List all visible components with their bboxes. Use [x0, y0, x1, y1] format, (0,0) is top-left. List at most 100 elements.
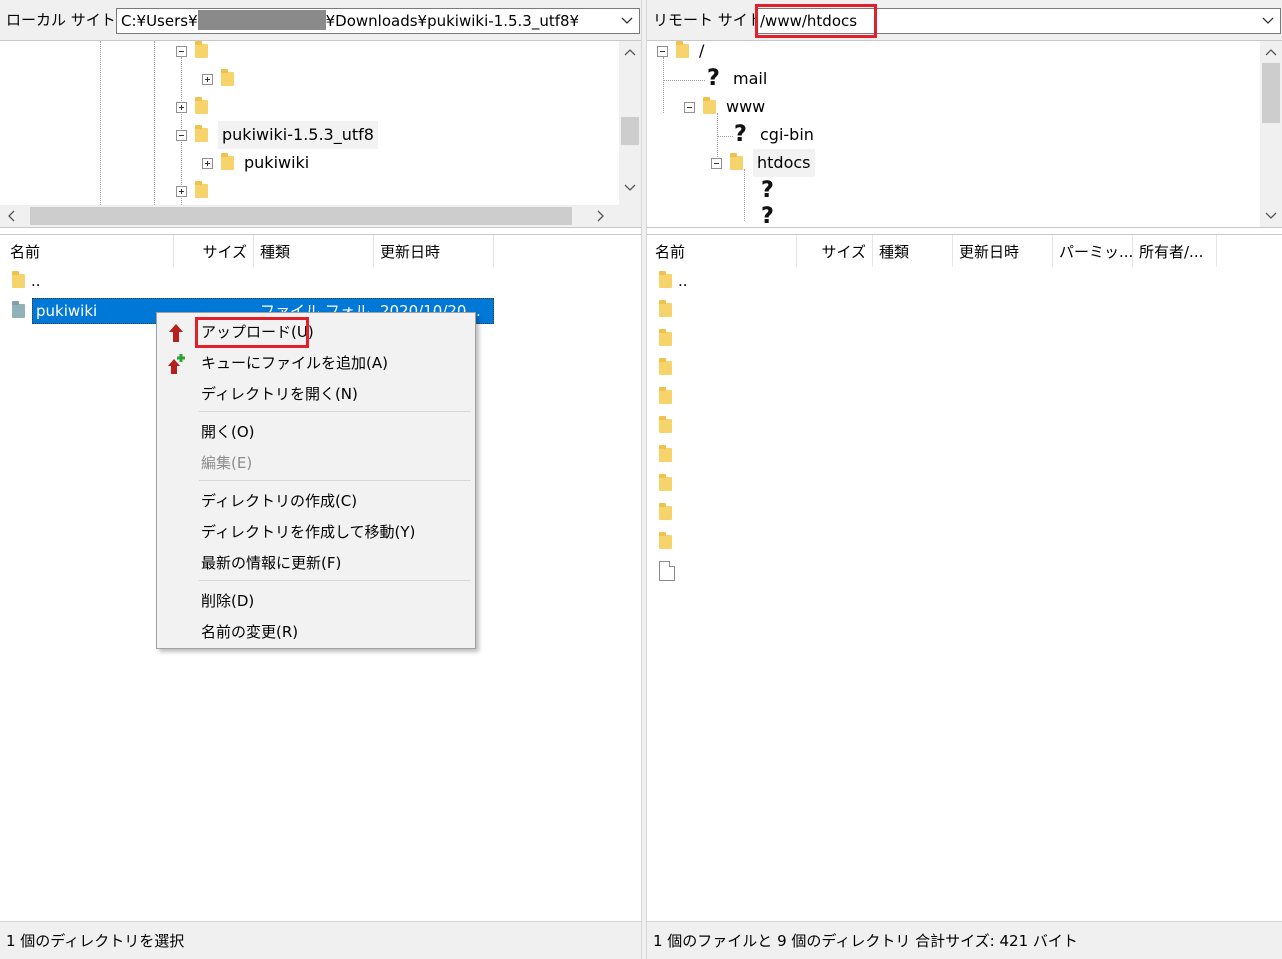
- menu-item-rename[interactable]: 名前の変更(R): [157, 617, 475, 647]
- remote-site-label: リモート サイト:: [653, 11, 768, 29]
- list-item[interactable]: [647, 354, 678, 382]
- tree-item[interactable]: [176, 41, 218, 65]
- folder-icon: [659, 532, 672, 549]
- list-item[interactable]: [647, 441, 678, 469]
- local-path-prefix: C:¥Users¥: [121, 12, 198, 30]
- menu-item-label: キューにファイルを追加(A): [201, 354, 388, 372]
- collapse-icon[interactable]: [684, 101, 695, 113]
- remote-directory-tree[interactable]: / ? mail www ? cgi-bin htdocs ? ?: [647, 40, 1282, 228]
- column-header-size[interactable]: サイズ: [797, 235, 873, 267]
- chevron-down-icon[interactable]: [617, 10, 637, 32]
- list-item[interactable]: [647, 499, 678, 527]
- list-item[interactable]: [647, 412, 678, 440]
- collapse-icon[interactable]: [176, 45, 187, 57]
- tree-item[interactable]: [176, 177, 218, 205]
- scroll-right-icon[interactable]: [590, 205, 612, 227]
- tree-vertical-scrollbar[interactable]: [619, 41, 641, 205]
- local-list-header: 名前 ^ サイズ 種類 更新日時: [0, 235, 641, 267]
- local-status-bar: 1 個のディレクトリを選択: [0, 921, 641, 959]
- local-path-combo[interactable]: C:¥Users¥ ¥Downloads¥pukiwiki-1.5.3_utf8¥: [116, 8, 640, 34]
- scroll-up-icon[interactable]: [619, 41, 641, 63]
- column-header-type[interactable]: 種類: [254, 235, 374, 267]
- list-item[interactable]: [647, 470, 678, 498]
- local-path-suffix: ¥Downloads¥pukiwiki-1.5.3_utf8¥: [325, 12, 580, 30]
- tree-item-pukiwiki-153[interactable]: pukiwiki-1.5.3_utf8: [176, 121, 378, 149]
- list-item-parent[interactable]: ..: [0, 267, 41, 295]
- tree-item-mail[interactable]: ? mail: [707, 65, 767, 93]
- local-site-label: ローカル サイト:: [6, 11, 121, 29]
- column-header-modified[interactable]: 更新日時: [374, 235, 494, 267]
- list-item[interactable]: [647, 325, 678, 353]
- remote-path-highlight: [755, 4, 877, 38]
- remote-site-bar: リモート サイト: /www/htdocs: [647, 0, 1282, 40]
- collapse-icon[interactable]: [176, 129, 187, 141]
- menu-item-label: 削除(D): [201, 592, 255, 610]
- folder-icon: [730, 153, 743, 170]
- tree-item[interactable]: ?: [761, 203, 787, 227]
- collapse-icon[interactable]: [711, 157, 722, 169]
- expand-icon[interactable]: [176, 101, 187, 113]
- collapse-icon[interactable]: [657, 45, 668, 57]
- tree-item[interactable]: ?: [761, 177, 787, 205]
- tree-horizontal-scrollbar[interactable]: [0, 205, 641, 227]
- list-item[interactable]: [647, 528, 678, 556]
- expand-icon[interactable]: [202, 157, 213, 169]
- column-header-size[interactable]: サイズ: [174, 235, 254, 267]
- remote-list-header: 名前 ^ サイズ 種類 更新日時 パーミッ... 所有者/...: [647, 235, 1282, 267]
- chevron-down-icon[interactable]: [1258, 10, 1278, 32]
- tree-item-label: /: [699, 41, 705, 60]
- file-icon: [659, 561, 675, 581]
- scroll-left-icon[interactable]: [0, 205, 22, 227]
- tree-item-pukiwiki[interactable]: pukiwiki: [202, 149, 309, 177]
- tree-item[interactable]: [202, 65, 244, 93]
- remote-tree-vertical-scrollbar[interactable]: [1260, 41, 1282, 227]
- unknown-folder-icon: ?: [761, 179, 779, 203]
- folder-icon: [12, 301, 25, 318]
- menu-item-open[interactable]: 開く(O): [157, 417, 475, 447]
- folder-icon: [195, 97, 208, 114]
- tree-item-label: mail: [733, 69, 768, 88]
- scroll-thumb[interactable]: [30, 207, 572, 225]
- scroll-thumb[interactable]: [621, 117, 639, 145]
- menu-item-create-directory[interactable]: ディレクトリの作成(C): [157, 486, 475, 516]
- menu-item-delete[interactable]: 削除(D): [157, 586, 475, 616]
- folder-icon: [659, 445, 672, 462]
- tree-item-cgi-bin[interactable]: ? cgi-bin: [734, 121, 814, 149]
- folder-icon: [676, 41, 689, 58]
- list-item[interactable]: [647, 296, 678, 324]
- tree-item-label: pukiwiki: [244, 153, 310, 172]
- tree-item-www[interactable]: www: [684, 93, 765, 121]
- tree-item-htdocs[interactable]: htdocs: [711, 149, 815, 177]
- tree-item[interactable]: [176, 93, 218, 121]
- menu-item-create-and-enter[interactable]: ディレクトリを作成して移動(Y): [157, 517, 475, 547]
- menu-item-add-to-queue[interactable]: キューにファイルを追加(A): [157, 348, 475, 378]
- column-header-modified[interactable]: 更新日時: [953, 235, 1053, 267]
- column-header-type[interactable]: 種類: [873, 235, 953, 267]
- folder-icon: [12, 271, 25, 288]
- folder-icon: [659, 271, 672, 288]
- folder-icon: [659, 329, 672, 346]
- column-header-permissions[interactable]: パーミッ...: [1053, 235, 1133, 267]
- scroll-up-icon[interactable]: [1260, 41, 1282, 63]
- list-item-parent[interactable]: ..: [647, 267, 688, 295]
- menu-item-open-directory[interactable]: ディレクトリを開く(N): [157, 379, 475, 409]
- scroll-down-icon[interactable]: [619, 177, 641, 199]
- folder-icon: [659, 474, 672, 491]
- menu-item-label: 開く(O): [201, 423, 255, 441]
- local-path-text[interactable]: C:¥Users¥ ¥Downloads¥pukiwiki-1.5.3_utf8¥: [121, 10, 579, 32]
- tree-item-root[interactable]: /: [657, 41, 705, 65]
- scroll-thumb[interactable]: [1262, 63, 1280, 123]
- folder-icon: [703, 97, 716, 114]
- menu-item-edit: 編集(E): [157, 448, 475, 478]
- expand-icon[interactable]: [202, 73, 213, 85]
- expand-icon[interactable]: [176, 185, 187, 197]
- menu-item-label: 最新の情報に更新(F): [201, 554, 342, 572]
- scroll-down-icon[interactable]: [1260, 205, 1282, 227]
- remote-file-list[interactable]: 名前 ^ サイズ 種類 更新日時 パーミッ... 所有者/... ..: [647, 234, 1282, 921]
- column-header-owner[interactable]: 所有者/...: [1133, 235, 1217, 267]
- folder-icon: [659, 300, 672, 317]
- local-directory-tree[interactable]: pukiwiki-1.5.3_utf8 pukiwiki: [0, 40, 641, 228]
- list-item[interactable]: [647, 383, 678, 411]
- menu-item-refresh[interactable]: 最新の情報に更新(F): [157, 548, 475, 578]
- list-item[interactable]: [647, 557, 681, 585]
